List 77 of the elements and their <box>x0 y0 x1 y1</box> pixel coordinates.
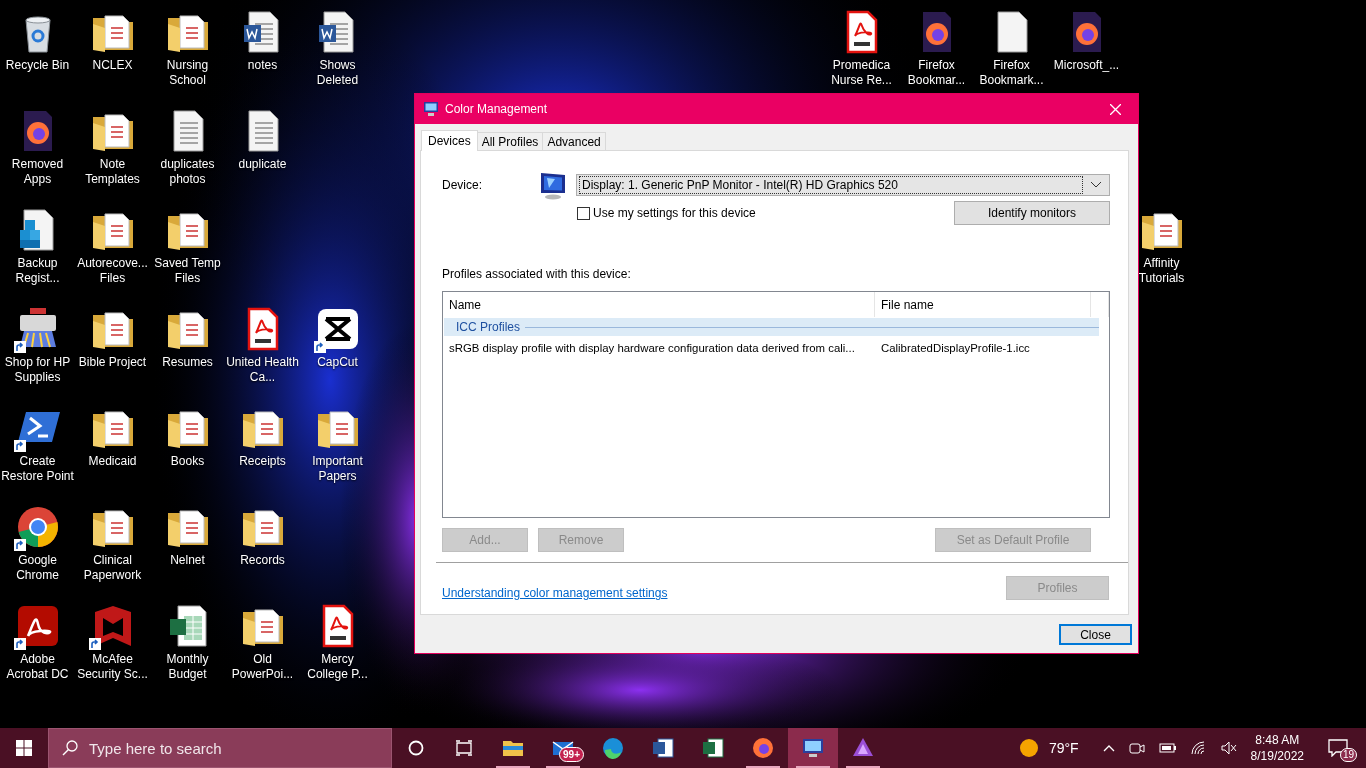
icon-label[interactable]: Microsoft_... <box>1049 58 1124 73</box>
chevron-down-icon <box>1091 182 1101 188</box>
icon-label[interactable]: United Health Ca... <box>225 355 300 385</box>
icon-label[interactable]: Books <box>150 454 225 469</box>
icon-label[interactable]: Records <box>225 553 300 568</box>
icon-label[interactable]: Clinical Paperwork <box>75 553 150 583</box>
table-cell-text: sRGB display profile with display hardware configuration data derived from cali... <box>448 342 856 354</box>
close-icon <box>1109 103 1121 115</box>
tab[interactable]: Advanced <box>542 132 606 150</box>
monitor-icon <box>801 736 825 760</box>
icon-label[interactable]: notes <box>225 58 300 73</box>
wifi-icon[interactable] <box>1190 741 1207 755</box>
sun-icon <box>1018 738 1039 758</box>
icon-label[interactable]: Create Restore Point <box>0 454 75 484</box>
notification-count: 19 <box>1339 748 1357 762</box>
icon-label[interactable]: Old PowerPoi... <box>225 652 300 682</box>
search-icon <box>62 740 78 756</box>
icon-label[interactable]: Recycle Bin <box>0 58 75 73</box>
icon-label[interactable]: Removed Apps <box>0 157 75 187</box>
notification-badge: 99+ <box>559 747 584 762</box>
help-link[interactable]: Understanding color management settings <box>442 586 668 600</box>
notifications-button[interactable]: 19 <box>1318 728 1358 768</box>
icon-label[interactable]: duplicate <box>225 157 300 172</box>
icon-label[interactable]: Medicaid <box>75 454 150 469</box>
icon-label[interactable]: Note Templates <box>75 157 150 187</box>
column-header[interactable]: File name <box>875 292 1091 317</box>
table-cell-text: CalibratedDisplayProfile-1.icc <box>880 342 1031 354</box>
weather-button[interactable]: 79°F <box>1018 728 1079 768</box>
windows-logo-icon <box>16 740 32 756</box>
circle-icon <box>408 740 424 756</box>
icon-label[interactable]: Bible Project <box>75 355 150 370</box>
section-label: Profiles associated with this device: <box>442 267 632 281</box>
icon-label[interactable]: Mercy College P... <box>300 652 375 682</box>
icon-label[interactable]: Monthly Budget <box>150 652 225 682</box>
monitor-icon <box>423 101 439 117</box>
tab[interactable]: Devices <box>421 130 478 151</box>
document-icon <box>651 736 675 760</box>
checkbox[interactable] <box>577 206 590 220</box>
icon-label[interactable]: Nelnet <box>150 553 225 568</box>
icon-label[interactable]: Resumes <box>150 355 225 370</box>
close-dialog-button[interactable]: Close <box>1059 624 1132 645</box>
icon-label[interactable]: Saved Temp Files <box>150 256 225 286</box>
icon-label[interactable]: Autorecove... Files <box>75 256 150 286</box>
icon-label[interactable]: Shows Deleted <box>300 58 375 88</box>
icon-label[interactable]: Adobe Acrobat DC <box>0 652 75 682</box>
icon-label[interactable]: CapCut <box>300 355 375 370</box>
camera-icon[interactable] <box>1128 740 1145 756</box>
muted-speaker-icon[interactable] <box>1220 741 1237 755</box>
icon-label[interactable]: Backup Regist... <box>0 256 75 286</box>
icon-label[interactable]: Receipts <box>225 454 300 469</box>
chevron-up-icon[interactable] <box>1102 744 1115 752</box>
device-dropdown[interactable]: Display: 1. Generic PnP Monitor - Intel(R) HD Graphics 520 <box>576 174 1110 196</box>
taskbar-app-button[interactable]: 99+ <box>538 728 588 768</box>
identify-monitors-button[interactable]: Identify monitors <box>954 201 1110 225</box>
icon-label[interactable]: Firefox Bookmark... <box>974 58 1049 88</box>
icon-label[interactable]: Important Papers <box>300 454 375 484</box>
icon-label[interactable]: NCLEX <box>75 58 150 73</box>
battery-icon[interactable] <box>1158 742 1177 754</box>
icon-label[interactable]: Google Chrome <box>0 553 75 583</box>
icon-label[interactable]: Shop for HP Supplies <box>0 355 75 385</box>
column-header[interactable]: Name <box>443 292 875 317</box>
icon-label[interactable]: Firefox Bookmar... <box>899 58 974 88</box>
browser-icon <box>601 736 625 760</box>
window-title: Color Management <box>445 102 549 116</box>
clock-button[interactable]: 8:48 AM 8/19/2022 <box>1250 728 1304 768</box>
icon-label[interactable]: Nursing School <box>150 58 225 88</box>
icon-label[interactable]: Promedica Nurse Re... <box>824 58 899 88</box>
icon-label[interactable]: duplicates photos <box>150 157 225 187</box>
task-view-icon <box>455 740 473 756</box>
checkbox-label[interactable]: Use my settings for this device <box>593 206 756 220</box>
group-label: ICC Profiles <box>456 320 520 334</box>
monitor-icon <box>538 170 568 200</box>
browser-icon <box>751 736 775 760</box>
search-field[interactable]: Type here to search <box>48 728 392 768</box>
icon-label[interactable]: McAfee Security Sc... <box>75 652 150 682</box>
spreadsheet-icon <box>701 736 725 760</box>
device-label: Device: <box>442 178 483 192</box>
